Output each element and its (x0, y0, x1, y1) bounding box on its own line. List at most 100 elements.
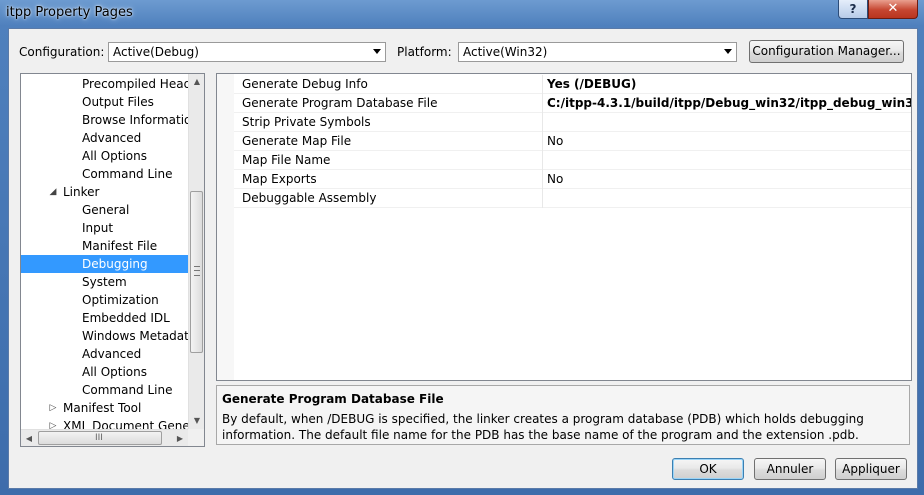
tree-item[interactable]: All Options (21, 147, 188, 165)
property-row[interactable]: Map File Name (217, 151, 911, 170)
tree-item-label: Manifest Tool (63, 401, 142, 415)
scrollbar-corner (188, 429, 204, 446)
property-name: Generate Debug Info (242, 77, 368, 91)
tree-item[interactable]: Output Files (21, 93, 188, 111)
scroll-thumb-horizontal[interactable]: III (38, 431, 162, 445)
tree-item-label: Command Line (82, 383, 173, 397)
chevron-down-icon (373, 49, 381, 54)
tree-item[interactable]: Precompiled Heade (21, 75, 188, 93)
dialog-window: itpp Property Pages ? ✕ Configuration: A… (0, 0, 924, 495)
description-panel: Generate Program Database File By defaul… (216, 385, 910, 445)
tree-item[interactable]: All Options (21, 363, 188, 381)
property-value[interactable]: No (547, 172, 563, 186)
property-row[interactable]: Strip Private Symbols (217, 113, 911, 132)
property-value[interactable]: No (547, 134, 563, 148)
property-grid[interactable]: Generate Debug Info Yes (/DEBUG) Generate … (216, 73, 912, 381)
tree-item-label: All Options (82, 365, 147, 379)
configuration-manager-button[interactable]: Configuration Manager... (749, 40, 904, 63)
scroll-down-icon[interactable]: ▼ (189, 413, 204, 429)
row-gutter (217, 113, 234, 132)
property-row[interactable]: Generate Map File No (217, 132, 911, 151)
row-gutter (217, 170, 234, 189)
ok-button[interactable]: OK (672, 458, 744, 480)
row-gutter (217, 151, 234, 170)
collapse-arrow-icon[interactable]: ◢ (48, 183, 58, 201)
tree-item[interactable]: ▷ Manifest Tool (21, 399, 188, 417)
window-title: itpp Property Pages (6, 5, 133, 20)
tree-item-label: System (82, 275, 127, 289)
configuration-value: Active(Debug) (113, 45, 199, 59)
column-separator (542, 151, 543, 170)
tree-item[interactable]: Command Line (21, 165, 188, 183)
title-bar[interactable]: itpp Property Pages ? ✕ (0, 0, 924, 28)
tree-item[interactable]: Windows Metadata (21, 327, 188, 345)
grip-icon: III (95, 433, 103, 443)
property-row[interactable]: Generate Program Database File C:/itpp-4.… (217, 94, 911, 113)
platform-label: Platform: (397, 45, 452, 59)
column-separator (542, 113, 543, 132)
property-name: Map Exports (242, 172, 317, 186)
tree-item-label: Optimization (82, 293, 159, 307)
property-name: Generate Map File (242, 134, 352, 148)
tree-item[interactable]: General (21, 201, 188, 219)
property-name: Debuggable Assembly (242, 191, 377, 205)
platform-value: Active(Win32) (463, 45, 548, 59)
scroll-left-icon[interactable]: ◀ (21, 430, 37, 446)
tree-item-label: Windows Metadata (82, 329, 188, 343)
property-row[interactable]: Generate Debug Info Yes (/DEBUG) (217, 75, 911, 94)
platform-dropdown[interactable]: Active(Win32) (458, 42, 737, 62)
scroll-right-icon[interactable]: ▶ (172, 430, 188, 446)
description-text: By default, when /DEBUG is specified, th… (222, 412, 864, 442)
tree-item-label: Command Line (82, 167, 173, 181)
tree-item-label: General (82, 203, 130, 217)
tree-item[interactable]: Command Line (21, 381, 188, 399)
tree-item[interactable]: ◢ Linker (21, 183, 188, 201)
help-button[interactable]: ? (838, 0, 868, 19)
apply-button[interactable]: Appliquer (835, 458, 907, 480)
tree-item-label: All Options (82, 149, 147, 163)
configuration-label: Configuration: (19, 45, 105, 59)
tree-item-label: Manifest File (82, 239, 158, 253)
cancel-button[interactable]: Annuler (754, 458, 826, 480)
tree-item[interactable]: Advanced (21, 129, 188, 147)
tree-item[interactable]: Browse Information (21, 111, 188, 129)
tree-horizontal-scrollbar[interactable]: ◀ III ▶ (21, 429, 188, 446)
grip-icon (194, 266, 200, 276)
property-value[interactable]: Yes (/DEBUG) (547, 77, 636, 91)
column-separator (542, 170, 543, 189)
tree-vertical-scrollbar[interactable]: ▲ ▼ (188, 74, 204, 429)
column-separator (542, 189, 543, 208)
property-name: Generate Program Database File (242, 96, 438, 110)
column-separator (542, 132, 543, 151)
tree-item-label: Advanced (82, 131, 142, 145)
tree-item-label: Debugging (82, 257, 148, 271)
scroll-up-icon[interactable]: ▲ (189, 74, 204, 90)
tree-item[interactable]: Advanced (21, 345, 188, 363)
tree-item[interactable]: Embedded IDL (21, 309, 188, 327)
tree-item-label: Output Files (82, 95, 154, 109)
scroll-thumb[interactable] (190, 191, 203, 353)
row-gutter (217, 94, 234, 113)
tree-item[interactable]: Input (21, 219, 188, 237)
column-separator (542, 94, 543, 113)
configuration-dropdown[interactable]: Active(Debug) (108, 42, 386, 62)
property-value[interactable]: C:/itpp-4.3.1/build/itpp/Debug_win32/itp… (547, 96, 911, 110)
tree-item[interactable]: Manifest File (21, 237, 188, 255)
row-gutter (217, 75, 234, 94)
tree-item[interactable]: Optimization (21, 291, 188, 309)
row-gutter (217, 132, 234, 151)
property-tree[interactable]: Precompiled Heade Output Files Browse Info… (20, 73, 205, 447)
property-row[interactable]: Map Exports No (217, 170, 911, 189)
property-name: Strip Private Symbols (242, 115, 371, 129)
tree-item[interactable]: Debugging (21, 255, 188, 273)
expand-arrow-icon[interactable]: ▷ (48, 399, 58, 417)
tree-item-label: Advanced (82, 347, 142, 361)
tree-item-label: Input (82, 221, 114, 235)
dialog-client-area: Configuration: Active(Debug) Platform: A… (8, 28, 918, 489)
row-gutter (217, 189, 234, 208)
property-name: Map File Name (242, 153, 331, 167)
tree-item[interactable]: System (21, 273, 188, 291)
close-button[interactable]: ✕ (868, 0, 918, 19)
property-row[interactable]: Debuggable Assembly (217, 189, 911, 208)
column-separator (542, 75, 543, 94)
